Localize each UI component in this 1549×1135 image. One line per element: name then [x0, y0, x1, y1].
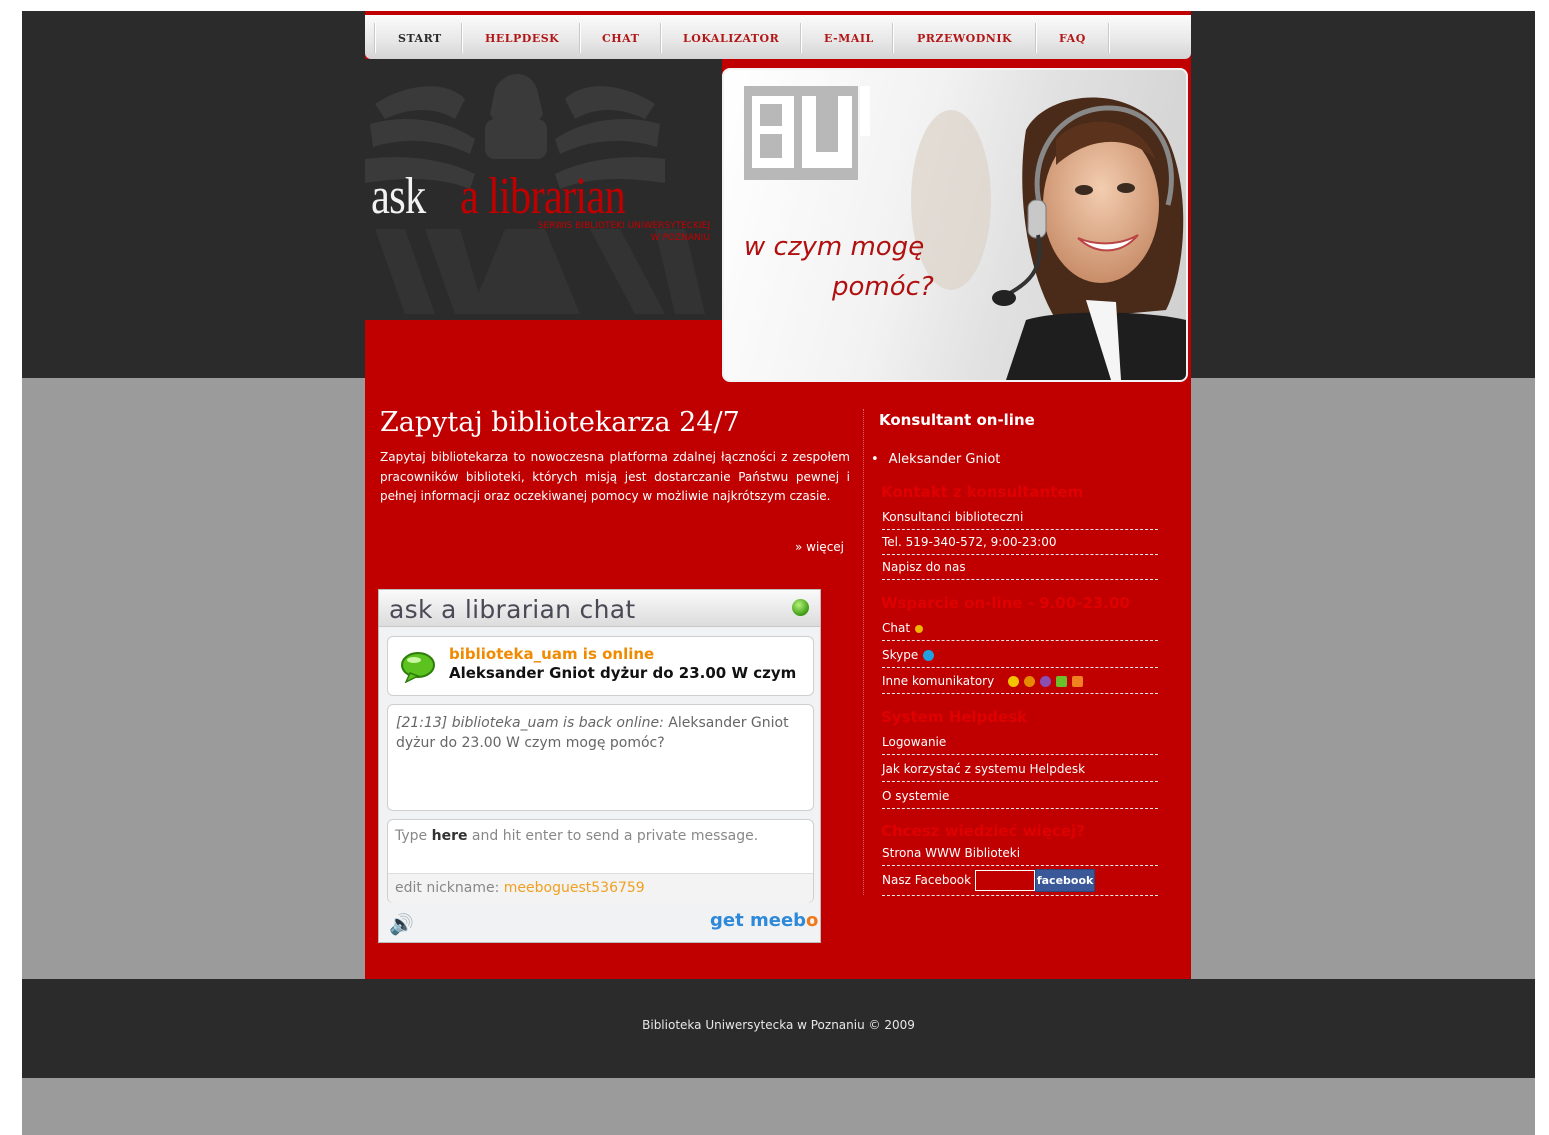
sidebar-link-consultants[interactable]: Konsultanci biblioteczni	[882, 507, 1158, 530]
chat-title: ask a librarian chat	[389, 595, 636, 624]
bu-logo	[744, 86, 874, 180]
facebook-label: Nasz Facebook	[882, 873, 972, 887]
nav-divider	[1035, 23, 1037, 53]
nav-przewodnik[interactable]: PRZEWODNIK	[917, 15, 1012, 59]
nav-divider	[1108, 23, 1110, 53]
logo-librarian-text: a librarian	[460, 168, 626, 225]
aim-icon	[1056, 676, 1068, 687]
sidebar-title: Konsultant on-line	[879, 411, 1035, 429]
nav-lokalizator[interactable]: LOKALIZATOR	[683, 15, 779, 59]
sidebar-link-skype[interactable]: Skype	[882, 645, 1158, 668]
log-timestamp: [21:13] biblioteka_uam is back online:	[396, 715, 664, 731]
sidebar-link-website[interactable]: Strona WWW Biblioteki	[882, 843, 1158, 866]
skype-icon	[923, 650, 935, 661]
nav-start[interactable]: START	[398, 15, 442, 59]
nav-chat[interactable]: CHAT	[602, 15, 639, 59]
sidebar-link-chat[interactable]: Chat	[882, 618, 1158, 641]
meebo-chat-widget: ask a librarian chat biblioteka_uam is o…	[378, 589, 821, 943]
logo-ask-text: ask	[371, 168, 426, 225]
messengers-link-label: Inne komunikatory	[882, 674, 995, 688]
nav-divider	[374, 23, 376, 53]
chat-input-placeholder[interactable]: Type here and hit enter to send a privat…	[395, 828, 758, 844]
sidebar-link-about[interactable]: O systemie	[882, 786, 1158, 809]
get-meebo-link[interactable]: get meebo	[710, 910, 818, 931]
banner-headline: w czym mogę	[744, 232, 925, 262]
presence-name: biblioteka_uam is online	[449, 645, 655, 663]
placeholder-here: here	[431, 828, 468, 844]
logo-subtitle: W POZNANIU	[650, 233, 710, 243]
placeholder-text: and hit enter to send a private message.	[467, 828, 759, 844]
nav-faq[interactable]: FAQ	[1059, 15, 1086, 59]
presence-message: Aleksander Gniot dyżur do 23.00 W czym	[449, 664, 797, 682]
tlen-icon	[1024, 676, 1036, 687]
chat-input-box[interactable]: Type here and hit enter to send a privat…	[387, 819, 814, 903]
sidebar-link-howto[interactable]: Jak korzystać z systemu Helpdesk	[882, 759, 1158, 782]
nav-divider	[660, 23, 662, 53]
sidebar-link-write[interactable]: Napisz do nas	[882, 557, 1158, 580]
online-status-icon	[792, 599, 809, 616]
nav-helpdesk[interactable]: HELPDESK	[485, 15, 559, 59]
presence-box: biblioteka_uam is online Aleksander Gnio…	[387, 636, 814, 696]
sidebar-link-login[interactable]: Logowanie	[882, 732, 1158, 755]
main-page: START HELPDESK CHAT LOKALIZATOR E-MAIL P…	[365, 11, 1191, 979]
nickname-row: edit nickname: meeboguest536759	[388, 873, 813, 903]
meebo-o-text: o	[806, 910, 819, 931]
intro-text: Zapytaj bibliotekarza to nowoczesna plat…	[380, 450, 850, 503]
site-logo[interactable]: ask a librarian SERWIS BIBLIOTEKI UNIWER…	[365, 59, 722, 320]
nickname-label-text: edit nickname:	[395, 880, 504, 896]
hero-banner: w czym mogę pomóc?	[722, 68, 1188, 382]
nickname-value[interactable]: meeboguest536759	[504, 880, 645, 896]
get-text: get	[710, 910, 744, 931]
chat-header: ask a librarian chat	[379, 590, 820, 627]
yahoo-icon	[1040, 676, 1052, 687]
main-nav: START HELPDESK CHAT LOKALIZATOR E-MAIL P…	[365, 15, 1191, 59]
consultant-name: Aleksander Gniot	[871, 452, 1001, 467]
sound-toggle-icon[interactable]: 🔊	[389, 912, 414, 936]
footer-copyright: Biblioteka Uniwersytecka w Poznaniu © 20…	[642, 1018, 915, 1032]
skype-link-label: Skype	[882, 648, 919, 662]
section-helpdesk-heading: System Helpdesk	[881, 708, 1028, 726]
facebook-button[interactable]: facebook	[1035, 869, 1096, 892]
nav-email[interactable]: E-MAIL	[824, 15, 874, 59]
icq-icon	[1072, 676, 1084, 687]
nav-divider	[800, 23, 802, 53]
placeholder-text: Type	[395, 828, 432, 844]
logo-subtitle: SERWIS BIBLIOTEKI UNIWERSYTECKIEJ	[537, 221, 710, 231]
nav-divider	[461, 23, 463, 53]
chat-log: [21:13] biblioteka_uam is back online: A…	[387, 704, 814, 811]
page-frame: Biblioteka Uniwersytecka w Poznaniu © 20…	[22, 11, 1535, 1135]
meebo-text: meeb	[749, 910, 807, 931]
nav-divider	[892, 23, 894, 53]
section-more-heading: Chcesz wiedzieć więcej?	[881, 822, 1085, 840]
more-link[interactable]: » więcej	[795, 540, 844, 554]
chat-link-label: Chat	[882, 621, 911, 635]
meebo-icon	[915, 624, 924, 633]
nickname-label: edit nickname: meeboguest536759	[395, 880, 645, 896]
support-woman-image	[911, 97, 1186, 380]
sidebar-link-messengers[interactable]: Inne komunikatory	[882, 671, 1158, 694]
nav-divider	[579, 23, 581, 53]
chat-bubble-icon	[401, 652, 435, 683]
sidebar-phone: Tel. 519-340-572, 9:00-23:00	[882, 532, 1158, 555]
sidebar-facebook-row: Nasz Facebook facebook	[882, 869, 1158, 896]
intro-title: Zapytaj bibliotekarza 24/7	[380, 407, 740, 438]
section-support-heading: Wsparcie on-line - 9.00-23.00	[881, 594, 1130, 612]
sidebar-divider	[863, 409, 865, 895]
gg-icon	[1008, 676, 1020, 687]
banner-headline: pomóc?	[832, 272, 934, 302]
facebook-input[interactable]	[975, 870, 1036, 891]
section-contact-heading: Kontakt z konsultantem	[881, 483, 1084, 501]
